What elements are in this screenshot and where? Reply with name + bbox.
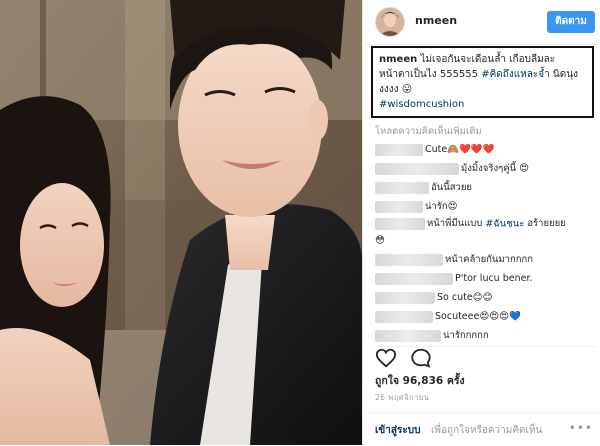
caption-hashtag-2[interactable]: #wisdomcushion — [379, 99, 464, 110]
comment-username-blurred[interactable] — [375, 143, 423, 156]
post-date[interactable]: 26 พฤศจิกายน — [375, 392, 429, 404]
comment-text: หน้าพี่มีนแบบ — [427, 218, 483, 229]
comment-item: มุ้งมิ้งจริงๆคู่นี้ 😍 — [375, 159, 597, 178]
comment-item: Cute🙈❤️❤️❤️ — [375, 140, 597, 159]
post-photo — [0, 0, 362, 445]
likes-suffix: ครั้ง — [446, 375, 465, 387]
comments-list: Cute🙈❤️❤️❤️ มุ้งมิ้งจริงๆคู่นี้ 😍 อันนี้… — [375, 140, 597, 345]
follow-button[interactable]: ติดตาม — [547, 11, 595, 33]
caption-username[interactable]: nmeen — [379, 54, 417, 65]
comment-text-tail: อร้ายยยย — [527, 218, 566, 229]
header-username[interactable]: nmeen — [415, 14, 457, 27]
comment-item: หน้าคล้ายกันมากกกก — [375, 250, 597, 269]
comment-emoji: 😳 — [375, 234, 385, 246]
comment-text: So cute😊😊 — [437, 292, 493, 303]
comment-text: มุ้งมิ้งจริงๆคู่นี้ 😍 — [461, 163, 529, 174]
photo-illustration — [0, 0, 362, 445]
comment-username-blurred[interactable] — [375, 253, 443, 266]
comment-username-blurred[interactable] — [375, 162, 459, 175]
post-header: nmeen ติดตาม — [363, 0, 600, 45]
comment-username-blurred[interactable] — [375, 310, 433, 323]
login-prompt-text: เพื่อถูกใจหรือความคิดเห็น — [431, 425, 543, 436]
avatar[interactable] — [375, 7, 405, 37]
caption: nmeen ไม่เจอกันจะเดือนล้ำ เกือบลืมละหน้า… — [371, 46, 594, 118]
avatar-image — [376, 8, 404, 36]
comment-username-blurred[interactable] — [375, 181, 429, 194]
post-sidebar: nmeen ติดตาม nmeen ไม่เจอกันจะเดือนล้ำ เ… — [362, 0, 600, 445]
comment-text: หน้าคล้ายกันมากกกก — [445, 254, 534, 265]
heart-icon[interactable] — [375, 347, 397, 373]
load-more-comments[interactable]: โหลดความคิดเห็นเพิ่มเติม — [375, 124, 482, 139]
login-link[interactable]: เข้าสู่ระบบ — [375, 423, 420, 438]
comment-text: Cute🙈❤️❤️❤️ — [425, 144, 495, 155]
comment-text: P'tor lucu bener. — [455, 273, 533, 284]
likes-prefix: ถูกใจ — [375, 375, 399, 387]
likes-count[interactable]: ถูกใจ 96,836 ครั้ง — [375, 372, 465, 389]
comment-item: อันนี้สวยย — [375, 178, 597, 197]
likes-value: 96,836 — [402, 375, 444, 387]
comment-item: So cute😊😊 — [375, 288, 597, 307]
comment-text: อันนี้สวยย — [431, 182, 472, 193]
comment-text: น่ารัก😍 — [425, 201, 458, 212]
action-bar — [375, 346, 595, 369]
comment-item: หน้าพี่มีนแบบ #ฉันชนะ อร้ายยยย 😳 — [375, 216, 597, 250]
comment-item: น่ารัก😍 — [375, 197, 597, 216]
comment-item: น่ารักกกกก — [375, 326, 597, 345]
comment-username-blurred[interactable] — [375, 291, 435, 304]
comment-item: Socuteee😍😍😍💙 — [375, 307, 597, 326]
comment-username-blurred[interactable] — [375, 200, 423, 213]
comment-username-blurred[interactable] — [375, 329, 441, 342]
more-icon[interactable]: ••• — [569, 421, 593, 435]
comment-item: P'tor lucu bener. — [375, 269, 597, 288]
caption-hashtag-1[interactable]: #คิดถึงแหละจ้ำ — [481, 69, 550, 80]
comment-text: Socuteee😍😍😍💙 — [435, 311, 521, 322]
comment-text: น่ารักกกกก — [443, 330, 489, 341]
comment-username-blurred[interactable] — [375, 272, 453, 285]
comment-username-blurred[interactable] — [375, 218, 425, 230]
comment-hashtag[interactable]: #ฉันชนะ — [485, 219, 524, 230]
post-footer: เข้าสู่ระบบ เพื่อถูกใจหรือความคิดเห็น ••… — [363, 412, 600, 446]
comment-icon[interactable] — [410, 347, 432, 373]
